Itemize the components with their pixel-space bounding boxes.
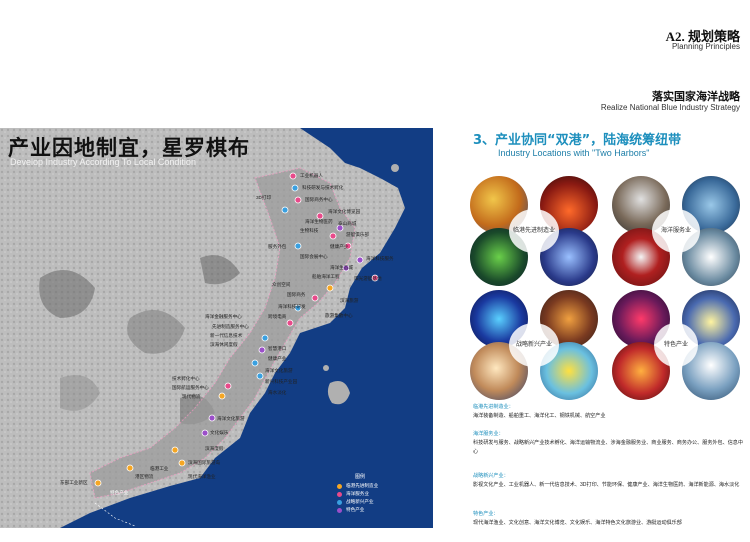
map-label: 3D打印 [256, 195, 272, 200]
map-label: 海洋文化博览园 [328, 209, 361, 214]
map-label: 海洋生态城 [330, 265, 353, 270]
legend-dot [337, 483, 342, 489]
map-label: 国际航运服务中心 [172, 385, 209, 390]
map-label: 海洋科技服务 [366, 256, 394, 261]
category-block: 战略新兴产业： 影视文化产业、工业机器人、新一代信息技术、3D打印、节能环保、健… [473, 472, 743, 490]
map-label: 滨海休闲度假 [210, 342, 238, 347]
map-label: 旅游集散中心 [325, 313, 353, 318]
section-subtitle: Realize National Blue Industry Strategy [600, 103, 740, 112]
legend-dot [337, 491, 342, 497]
legend-item: 海洋服务业 [337, 490, 407, 498]
cluster-center: 战略新兴产业 [509, 323, 559, 367]
cluster-center: 特色产业 [654, 323, 698, 367]
map-label: 船舶海洋工程 [312, 274, 340, 279]
category-heading: 临港先进制造业： [473, 404, 514, 410]
category-body: 科技研发与服务、战略新兴产业技术孵化、海洋运输物流业、涉海金融服务业、商业服务、… [473, 440, 743, 455]
cluster-center: 临港先进制造业 [509, 209, 559, 253]
map-label: 海水淡化 [268, 390, 287, 395]
cluster-center: 海洋服务业 [652, 209, 700, 253]
map-label: 海洋金融服务中心 [205, 314, 242, 319]
map-label: 东部工业新区 [60, 480, 88, 485]
cluster-emerging: 战略新兴产业 [470, 290, 600, 400]
map-label: 临港工业 [150, 466, 169, 471]
section-title: 落实国家海洋战略 [652, 91, 740, 103]
map-label: 阳光游艇基地 [354, 276, 382, 281]
map-label: 工业机器人 [300, 173, 323, 178]
map-label: 现代物流 [182, 394, 201, 399]
map-label: 国际商务中心 [305, 197, 333, 202]
map-label: 健康产业 [268, 356, 287, 361]
map-label: 泰山商城 [338, 221, 357, 226]
map-label: 新兴科技产业园 [265, 379, 298, 384]
legend-label: 海洋服务业 [346, 491, 369, 496]
cluster-manufacturing: 临港先进制造业 [470, 176, 600, 286]
cluster-featured: 特色产业 [612, 290, 742, 400]
industry-map: 产业因地制宜，星罗棋布 Develop Industry According T… [0, 128, 433, 528]
map-label: 特色产业 [110, 490, 129, 495]
category-block: 特色产业： 现代海洋渔业、文化创意、海洋文化博览、文化娱乐、海洋特色文化旅游业、… [473, 510, 743, 528]
category-block: 海洋服务业： 科技研发与服务、战略新兴产业技术孵化、海洋运输物流业、涉海金融服务… [473, 430, 743, 457]
map-label: 海洋科技研发 [278, 304, 306, 309]
legend-label: 战略新兴产业 [346, 499, 374, 504]
map-label: 国际商务 [287, 292, 306, 297]
map-label: 技术孵化中心 [172, 376, 200, 381]
map-label: 海洋文化旅游 [217, 416, 245, 421]
map-subtitle: Develop Industry According To Local Cond… [10, 157, 196, 167]
category-body: 现代海洋渔业、文化创意、海洋文化博览、文化娱乐、海洋特色文化旅游业、游艇运动俱乐… [473, 520, 682, 526]
map-legend: 图例 临港先进制造业 海洋服务业 战略新兴产业 特色产业 [337, 473, 407, 514]
right-panel-title: 3、产业协同“双港”，陆海统筹纽带 [473, 133, 682, 148]
category-heading: 战略新兴产业： [473, 473, 509, 479]
map-label: 众创空间 [272, 282, 291, 287]
legend-item: 战略新兴产业 [337, 498, 407, 506]
map-label: 滨海旅游 [340, 298, 359, 303]
map-label: 先进制造服务中心 [212, 324, 249, 329]
map-label: 滨海国际旅游岛 [188, 460, 221, 465]
legend-dot [337, 499, 342, 505]
cluster-services: 海洋服务业 [612, 176, 742, 286]
map-label: 文化娱乐 [210, 430, 229, 435]
map-label: 新一代信息技术 [210, 333, 243, 338]
map-label: 滨海度假 [205, 446, 224, 451]
category-body: 海洋装备制造、船舶重工、海洋化工、钢铁机械、航空产业 [473, 413, 606, 419]
map-label: 科技研发与技术孵化 [302, 185, 344, 190]
legend-label: 临港先进制造业 [346, 483, 379, 488]
legend-item: 特色产业 [337, 506, 407, 514]
map-label: 海洋生物医药 [305, 219, 333, 224]
map-label: 港区物流 [135, 474, 154, 479]
category-heading: 特色产业： [473, 511, 499, 517]
legend-title: 图例 [355, 474, 366, 480]
map-label: 生物科技 [300, 228, 319, 233]
map-label: 现代海洋渔业 [188, 474, 216, 479]
map-label: 游艇俱乐部 [346, 232, 369, 237]
legend-item: 临港先进制造业 [337, 482, 407, 490]
map-label: 跨境电商 [268, 314, 287, 319]
legend-dot [337, 507, 342, 513]
legend-label: 特色产业 [346, 507, 365, 512]
category-block: 临港先进制造业： 海洋装备制造、船舶重工、海洋化工、钢铁机械、航空产业 [473, 403, 743, 421]
page-code-en: Planning Principles [671, 42, 740, 51]
map-label: 服务外包 [268, 244, 287, 249]
map-label: 健康产业 [330, 244, 349, 249]
category-heading: 海洋服务业： [473, 431, 504, 437]
map-label: 国际会展中心 [300, 254, 328, 259]
right-panel-subtitle: Industry Locations with "Two Harbors" [498, 148, 650, 158]
map-label: 智慧港口 [268, 346, 287, 351]
map-label: 海洋文化旅游 [265, 368, 293, 373]
category-body: 影视文化产业、工业机器人、新一代信息技术、3D打印、节能环保、健康产业、海洋生物… [473, 482, 740, 488]
